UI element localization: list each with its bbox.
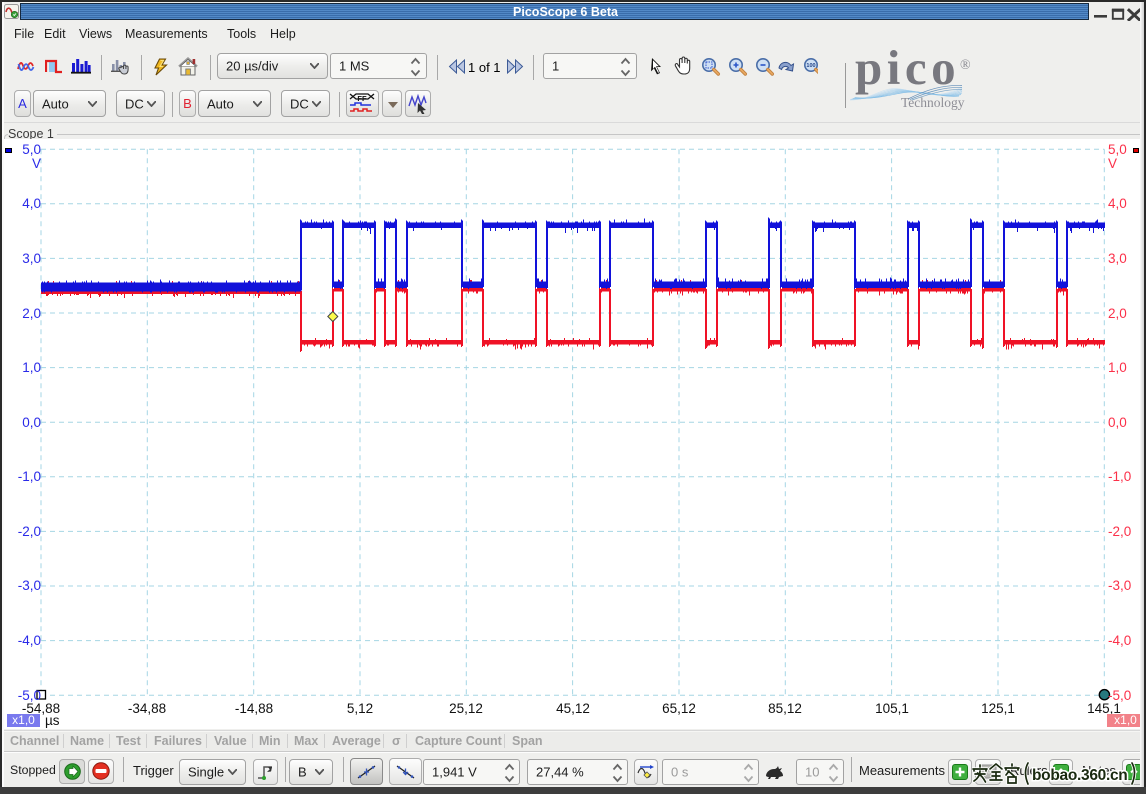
svg-text:bobao.360.cn: bobao.360.cn [1032, 767, 1127, 784]
